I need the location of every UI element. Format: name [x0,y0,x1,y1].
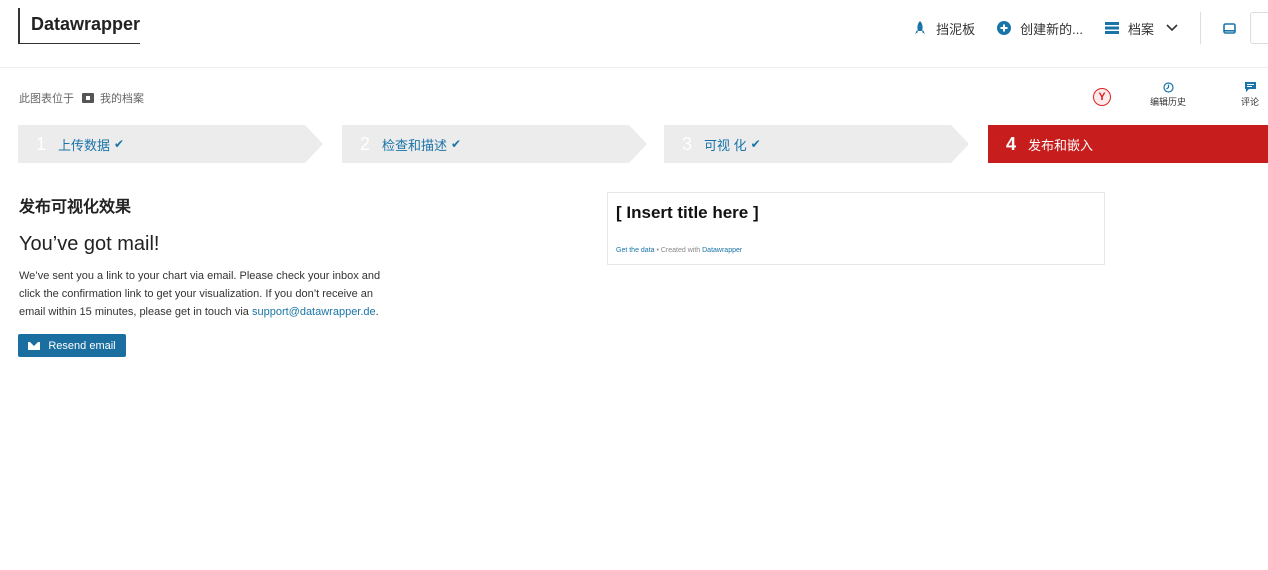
created-with-text: • Created with [654,247,703,254]
checkmark-icon: ✔ [750,137,761,151]
plus-circle-icon [997,21,1012,35]
step-number: 4 [1006,133,1017,154]
chart-preview: [ Insert title here ] Get the data • Cre… [607,192,1105,265]
archive-icon [1104,21,1119,35]
top-nav: 挡泥板 创建新的... 档案 [913,12,1268,44]
breadcrumb-folder[interactable]: 我的档案 [100,90,144,106]
comments-button[interactable]: 评论 [1241,82,1259,108]
support-email-link[interactable]: support@datawrapper.de [252,306,376,318]
breadcrumb: 此图表位于 我的档案 [19,90,144,106]
edit-history-label: 编辑历史 [1150,97,1187,107]
workflow-steps: 1 上传数据 ✔ 2 检查和描述 ✔ 3 可视 化 ✔ 4 发布和嵌入 [18,125,1268,163]
checkmark-icon: ✔ [114,137,125,151]
comments-label: 评论 [1241,97,1260,107]
step-number: 2 [360,133,371,154]
nav-create-new[interactable]: 创建新的... [997,19,1083,38]
mail-message-end: . [375,306,379,318]
step-arrow [629,125,647,163]
step-check-describe[interactable]: 2 检查和描述 ✔ [342,125,647,163]
resend-email-label: Resend email [48,339,116,352]
step-upload[interactable]: 1 上传数据 ✔ [18,125,323,163]
nav-dashboard-label: 挡泥板 [936,21,976,37]
top-header: Datawrapper 挡泥板 创建新的... 档案 [0,0,1268,68]
folder-icon [82,93,94,103]
chevron-down-icon [1166,24,1178,32]
datawrapper-link[interactable]: Datawrapper [702,247,742,254]
step-visualize[interactable]: 3 可视 化 ✔ [664,125,969,163]
step-number: 3 [682,133,693,154]
resend-email-button[interactable]: Resend email [18,334,126,357]
step-label: 可视 化 [704,137,747,153]
step-arrow [951,125,969,163]
history-icon [1162,82,1174,93]
user-menu-edge[interactable] [1250,12,1268,44]
nav-dashboard[interactable]: 挡泥板 [913,19,975,38]
envelope-icon [28,341,41,350]
get-data-link[interactable]: Get the data [616,247,655,254]
step-publish-embed[interactable]: 4 发布和嵌入 [988,125,1268,163]
step-label: 检查和描述 [382,137,448,153]
checkmark-icon: ✔ [451,137,462,151]
breadcrumb-prefix: 此图表位于 [19,93,74,105]
mail-heading: You’ve got mail! [19,233,160,255]
nav-archive-label: 档案 [1127,21,1154,37]
mail-message: We’ve sent you a link to your chart via … [19,267,389,321]
nav-create-new-label: 创建新的... [1020,21,1083,37]
user-avatar[interactable]: Y [1093,88,1111,106]
section-title: 发布可视化效果 [19,199,132,216]
edit-history-button[interactable]: 编辑历史 [1150,82,1186,108]
step-label: 上传数据 [58,137,111,153]
nav-archive[interactable]: 档案 [1104,19,1178,38]
step-label: 发布和嵌入 [1028,137,1094,153]
step-arrow [305,125,323,163]
nav-divider [1200,12,1201,44]
step-number: 1 [36,133,47,154]
chart-footer: Get the data • Created with Datawrapper [616,247,742,254]
logo[interactable]: Datawrapper [18,8,140,44]
comment-icon [1244,82,1256,93]
inbox-icon[interactable] [1223,22,1236,34]
chart-title: [ Insert title here ] [616,203,759,222]
rocket-icon [913,21,927,35]
